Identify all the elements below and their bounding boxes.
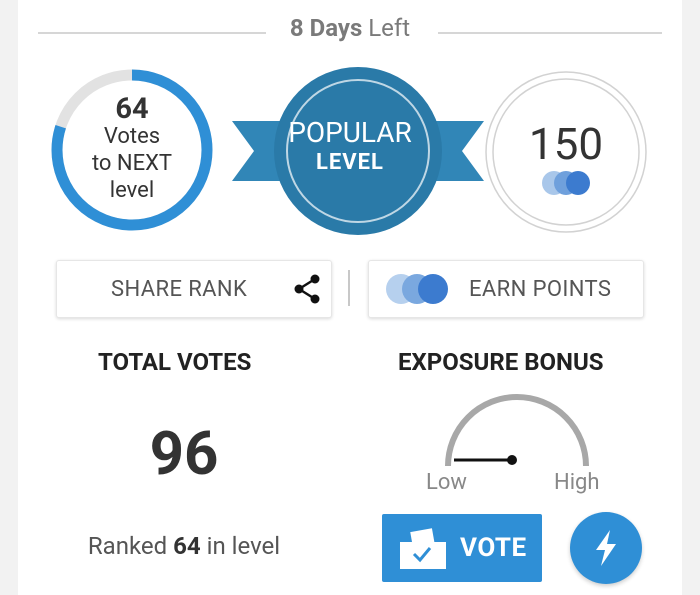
exposure-gauge: [445, 394, 589, 467]
next-level-info: 64 Votes to NEXT level: [50, 68, 214, 232]
rank-text: Ranked 64 in level: [58, 532, 310, 560]
coins-icon: [386, 274, 448, 304]
vote-card: 8 Days Left 64 Votes to NEXT level POPUL…: [18, 0, 682, 595]
actions-divider: [348, 270, 350, 306]
ranked-suffix: in level: [206, 532, 281, 560]
next-label: to NEXT: [91, 151, 173, 176]
share-rank-label: SHARE RANK: [111, 276, 248, 302]
votes-needed: 64: [115, 92, 149, 126]
share-rank-button[interactable]: SHARE RANK: [56, 260, 332, 318]
earn-points-label: EARN POINTS: [469, 276, 612, 302]
days-left: 8 Days Left: [18, 14, 682, 42]
days-suffix: Left: [368, 14, 411, 42]
coins-icon: [542, 171, 590, 195]
total-votes-title: TOTAL VOTES: [98, 348, 252, 376]
gauge-low-label: Low: [426, 470, 467, 495]
vote-label: VOTE: [460, 533, 527, 563]
days-number: 8 Days: [289, 14, 363, 42]
share-icon: [294, 274, 320, 304]
ballot-box-icon: [400, 528, 446, 569]
level-name: POPULAR: [288, 116, 412, 149]
points-value: 150: [528, 118, 604, 170]
vote-button[interactable]: VOTE: [382, 514, 542, 582]
gauge-high-label: High: [554, 470, 600, 495]
lightning-icon: [596, 530, 616, 566]
boost-button[interactable]: [570, 512, 642, 584]
level-badge-text: POPULAR LEVEL: [270, 118, 430, 178]
rank-number: 64: [173, 532, 201, 560]
earn-points-button[interactable]: EARN POINTS: [368, 260, 644, 318]
total-votes-value: 96: [149, 418, 219, 489]
level-word: LEVEL: [316, 150, 384, 175]
ranked-prefix: Ranked: [87, 532, 168, 560]
exposure-bonus-title: EXPOSURE BONUS: [398, 348, 604, 376]
votes-label: Votes: [103, 124, 161, 149]
level-label: level: [109, 178, 155, 203]
